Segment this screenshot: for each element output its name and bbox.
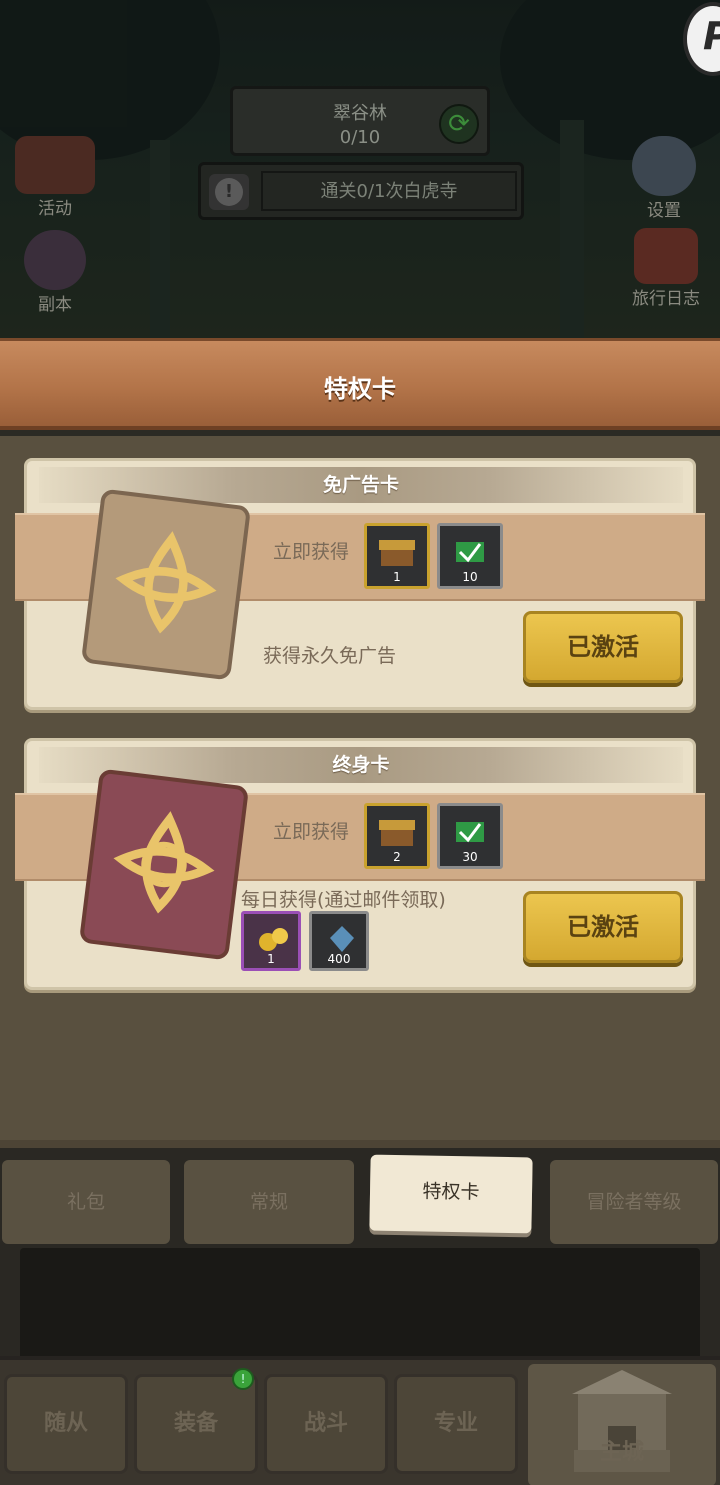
settings-label: 设置: [647, 201, 681, 221]
map-info-box[interactable]: 翠谷林 0/10 ⟳: [230, 86, 490, 156]
reward-slot[interactable]: 1: [364, 523, 430, 589]
reward-slot[interactable]: 2: [364, 803, 430, 869]
page-title: 特权卡: [324, 375, 396, 403]
journal-label: 旅行日志: [632, 289, 700, 309]
privilege-header: 特权卡: [0, 338, 720, 430]
tab-gift-pack[interactable]: 礼包: [2, 1160, 170, 1244]
alert-icon: !: [209, 174, 249, 210]
refresh-icon[interactable]: ⟳: [439, 104, 479, 144]
tab-content-area: [20, 1248, 700, 1360]
gold-chest-icon: [379, 820, 415, 846]
lifetime-card-art-icon: [78, 768, 250, 961]
portal-icon: [24, 230, 86, 290]
activity-button[interactable]: 活动: [10, 136, 100, 219]
calendar-icon: [15, 136, 95, 194]
card-no-ads: 免广告卡 立即获得 1 10 获得永久免广告 已激活: [15, 458, 705, 710]
gold-chest-icon: [379, 540, 415, 566]
item-count: 1: [393, 570, 401, 584]
green-ticket-icon: [456, 542, 484, 563]
daily-label: 每日获得(通过邮件领取): [241, 889, 446, 911]
journal-button[interactable]: 旅行日志: [618, 228, 714, 309]
reward-slot[interactable]: 400: [309, 911, 369, 971]
green-ticket-icon: [456, 822, 484, 843]
tab-bar: 礼包 常规 特权卡 冒险者等级: [0, 1140, 720, 1360]
activated-button[interactable]: 已激活: [523, 611, 683, 683]
notification-badge: !: [232, 1368, 254, 1390]
nav-battle[interactable]: 战斗: [264, 1374, 388, 1474]
nav-main-city-label: 主城: [599, 1440, 644, 1465]
tab-privilege-card[interactable]: 特权卡: [369, 1154, 533, 1234]
item-count: 2: [393, 850, 401, 864]
no-ads-card-art-icon: [80, 488, 252, 681]
dungeon-label: 副本: [38, 295, 72, 315]
item-count: 10: [462, 570, 478, 584]
card-description: 获得永久免广告: [263, 645, 397, 667]
journal-icon: [634, 228, 698, 284]
activity-label: 活动: [38, 199, 72, 219]
activated-button[interactable]: 已激活: [523, 891, 683, 963]
card-lifetime: 终身卡 立即获得 2 30 每日获得(通过邮件领取) 1 400 已激活: [15, 738, 705, 990]
item-count: 400: [327, 952, 351, 966]
game-scene-background: P 翠谷林 0/10 ⟳ ! 通关0/1次白虎寺 活动 副本 设置 旅行日志: [0, 0, 720, 340]
quest-text: 通关0/1次白虎寺: [261, 171, 517, 211]
castle-icon: [572, 1370, 672, 1472]
item-count: 1: [267, 952, 275, 966]
dungeon-button[interactable]: 副本: [12, 230, 98, 315]
bottom-navigation: 随从 装备 ! 战斗 专业 主城: [0, 1356, 720, 1485]
instant-label: 立即获得: [273, 821, 350, 843]
reward-slot[interactable]: 30: [437, 803, 503, 869]
instant-label: 立即获得: [273, 541, 350, 563]
reward-slot[interactable]: 10: [437, 523, 503, 589]
nav-profession[interactable]: 专业: [394, 1374, 518, 1474]
gear-icon: [632, 136, 696, 196]
tab-regular[interactable]: 常规: [184, 1160, 354, 1244]
quest-tracker[interactable]: ! 通关0/1次白虎寺: [198, 162, 524, 220]
privilege-panel: 免广告卡 立即获得 1 10 获得永久免广告 已激活 终身卡 立即获得 2 30…: [0, 436, 720, 1148]
nav-followers[interactable]: 随从: [4, 1374, 128, 1474]
settings-button[interactable]: 设置: [624, 136, 704, 221]
tab-adventurer-level[interactable]: 冒险者等级: [550, 1160, 718, 1244]
reward-slot[interactable]: 1: [241, 911, 301, 971]
item-count: 30: [462, 850, 478, 864]
nav-main-city[interactable]: 主城: [528, 1364, 716, 1485]
